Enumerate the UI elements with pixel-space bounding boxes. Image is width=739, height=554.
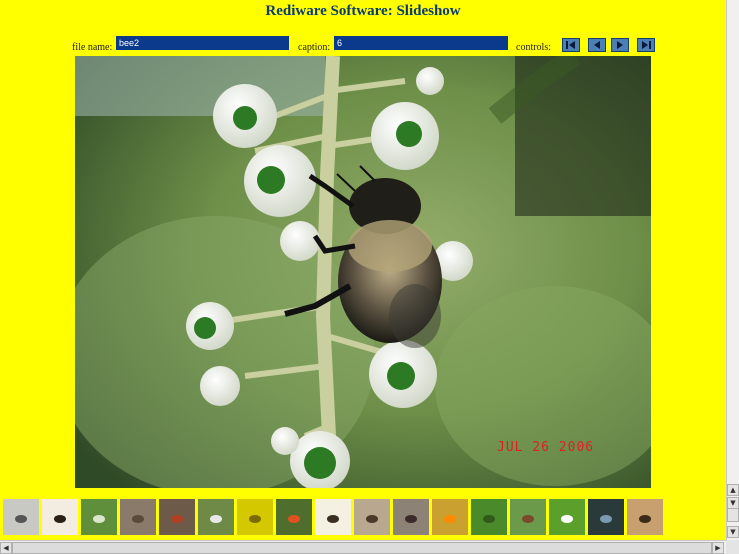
thumbnail[interactable] xyxy=(627,499,663,535)
scroll-right-button[interactable]: ▶ xyxy=(712,542,724,554)
play-forward-icon xyxy=(617,41,623,49)
thumbnail[interactable] xyxy=(549,499,585,535)
thumbnail[interactable] xyxy=(120,499,156,535)
file-name-label: file name: xyxy=(72,42,113,53)
scroll-down-arrow[interactable]: ▼ xyxy=(727,526,739,538)
thumbnail[interactable] xyxy=(393,499,429,535)
controls-label: controls: xyxy=(516,42,551,53)
next-button[interactable] xyxy=(611,38,629,52)
thumbnail[interactable] xyxy=(315,499,351,535)
page-title: Rediware Software: Slideshow xyxy=(265,3,461,19)
scroll-up-button[interactable]: ▲ xyxy=(727,484,739,496)
thumbnail[interactable] xyxy=(42,499,78,535)
skip-first-icon xyxy=(566,41,575,49)
thumbnail[interactable] xyxy=(588,499,624,535)
thumbnail[interactable] xyxy=(432,499,468,535)
thumbnail[interactable] xyxy=(198,499,234,535)
caption-label: caption: xyxy=(298,42,331,53)
scroll-thumb[interactable] xyxy=(727,508,739,522)
caption-field[interactable]: 6 xyxy=(334,36,508,50)
play-back-icon xyxy=(594,41,600,49)
thumbnail[interactable] xyxy=(510,499,546,535)
first-button[interactable] xyxy=(562,38,580,52)
previous-button[interactable] xyxy=(588,38,606,52)
thumbnail[interactable] xyxy=(159,499,195,535)
scroll-thumb-horizontal[interactable] xyxy=(12,542,712,554)
last-button[interactable] xyxy=(637,38,655,52)
file-name-field[interactable]: bee2 xyxy=(116,36,289,50)
scroll-left-button[interactable]: ◀ xyxy=(0,542,12,554)
bee-on-flowers-image xyxy=(75,56,651,488)
thumbnail[interactable] xyxy=(276,499,312,535)
skip-last-icon xyxy=(642,41,651,49)
thumbnail[interactable] xyxy=(354,499,390,535)
thumbnail[interactable] xyxy=(237,499,273,535)
thumbnail[interactable] xyxy=(3,499,39,535)
date-stamp: JUL 26 2006 xyxy=(497,440,595,455)
thumbnail[interactable] xyxy=(471,499,507,535)
slideshow-photo[interactable]: JUL 26 2006 xyxy=(75,56,651,488)
horizontal-scrollbar[interactable]: ◀ ▶ xyxy=(0,540,726,554)
scroll-corner xyxy=(726,540,739,554)
thumbnail[interactable] xyxy=(81,499,117,535)
vertical-scrollbar[interactable]: ▲ ▼ ▼ xyxy=(726,0,739,540)
